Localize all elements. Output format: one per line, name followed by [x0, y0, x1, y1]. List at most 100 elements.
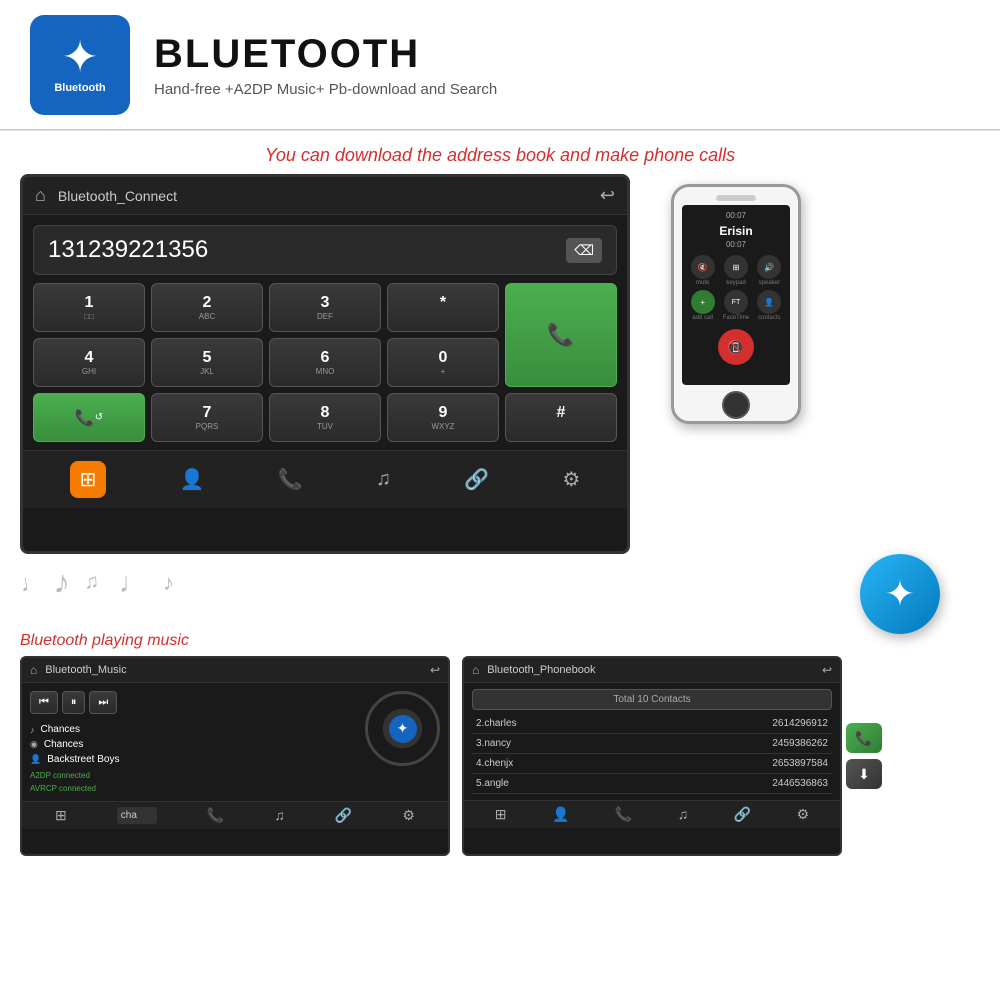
download-contacts-button[interactable]: ⬇	[846, 759, 882, 789]
keypad-button[interactable]: ⊞	[724, 255, 748, 279]
pb-nav-phone[interactable]: 📞	[615, 806, 632, 823]
page-title: BLUETOOTH	[154, 32, 497, 77]
dial-zero[interactable]: 0+	[387, 338, 499, 387]
speaker-button[interactable]: 🔊	[757, 255, 781, 279]
music-player-content: ⏮ ⏸ ⏭ ♪ Chances ◉ Chances 👤 Backstreet B…	[22, 683, 448, 801]
dial-1[interactable]: 1□□	[33, 283, 145, 332]
track2-name: Chances	[44, 739, 83, 750]
music-back-icon[interactable]: ↩	[430, 663, 440, 677]
bluetooth-symbol: ✦	[62, 36, 99, 80]
contact-row-nancy[interactable]: 3.nancy 2459386262	[472, 734, 832, 754]
nav-settings-icon[interactable]: ⚙	[562, 467, 580, 492]
phonebook-back-icon[interactable]: ↩	[822, 663, 832, 677]
bluetooth-music-icon: ✦	[860, 554, 940, 634]
contact-row-charles[interactable]: 2.charles 2614296912	[472, 714, 832, 734]
music-screen-navbar: ⊞ 📞 ♫ 🔗 ⚙	[22, 801, 448, 829]
contact-row-chenjx[interactable]: 4.chenjx 2653897584	[472, 754, 832, 774]
phone-display: 131239221356 ⌫	[33, 225, 617, 275]
dial-8[interactable]: 8TUV	[269, 393, 381, 442]
music-home-icon[interactable]: ⌂	[30, 663, 37, 677]
dial-2[interactable]: 2ABC	[151, 283, 263, 332]
dial-hash[interactable]: #	[505, 393, 617, 442]
music-screen-title: Bluetooth_Music	[45, 664, 430, 676]
screen-title: Bluetooth_Connect	[58, 188, 600, 204]
pb-nav-menu[interactable]: ⊞	[495, 806, 507, 823]
pb-nav-link[interactable]: 🔗	[734, 806, 751, 823]
music-nav-search-input[interactable]	[117, 807, 157, 824]
phone-mockup-area: 00:07 Erisin 00:07 🔇 mute ⊞ keypad 🔊 spe…	[646, 184, 826, 424]
contact-row-angle[interactable]: 5.angle 2446536863	[472, 774, 832, 794]
pb-nav-music[interactable]: ♫	[678, 806, 689, 823]
end-call-button[interactable]: 📵	[718, 329, 754, 365]
mute-button[interactable]: 🔇	[691, 255, 715, 279]
dial-7[interactable]: 7PQRS	[151, 393, 263, 442]
call-contact-button[interactable]: 📞	[846, 723, 882, 753]
vinyl-disc: ✦	[365, 691, 440, 766]
track1-row: ♪ Chances	[30, 722, 357, 737]
screen-topbar: ⌂ Bluetooth_Connect ↩	[23, 177, 627, 215]
music-nav-menu[interactable]: ⊞	[55, 807, 67, 824]
nav-music-icon[interactable]: ♫	[376, 468, 391, 491]
dial-3[interactable]: 3DEF	[269, 283, 381, 332]
contacts-button[interactable]: 👤	[757, 290, 781, 314]
dial-9[interactable]: 9WXYZ	[387, 393, 499, 442]
music-note-2: ♪	[52, 563, 71, 601]
dial-star[interactable]: *	[387, 283, 499, 332]
nav-phone-icon[interactable]: 📞	[278, 467, 303, 492]
track1-name: Chances	[41, 724, 80, 735]
section1-title: You can download the address book and ma…	[0, 131, 1000, 174]
contact-name-nancy: 3.nancy	[476, 738, 511, 749]
phone-home-button[interactable]	[722, 391, 750, 419]
a2dp-status: A2DP connected	[30, 771, 357, 780]
contact-number-charles: 2614296912	[772, 718, 828, 729]
pb-nav-contacts[interactable]: 👤	[552, 806, 569, 823]
music-note-1: ♩	[18, 567, 46, 599]
nav-menu-icon[interactable]: ⊞	[70, 461, 107, 498]
track2-row: ◉ Chances	[30, 737, 357, 752]
nav-contacts-icon[interactable]: 👤	[180, 467, 205, 492]
dial-5[interactable]: 5JKL	[151, 338, 263, 387]
play-pause-button[interactable]: ⏸	[62, 691, 86, 714]
music-nav-link[interactable]: 🔗	[335, 807, 352, 824]
music-nav-music[interactable]: ♫	[274, 807, 285, 824]
music-note-5: ♪	[163, 570, 174, 596]
music-note-4: ♩	[119, 567, 147, 599]
home-icon[interactable]: ⌂	[35, 185, 46, 206]
music-btn-row: ⏮ ⏸ ⏭	[30, 691, 357, 714]
dial-4[interactable]: 4GHI	[33, 338, 145, 387]
bottom-section: ⌂ Bluetooth_Music ↩ ⏮ ⏸ ⏭ ♪ Chances ◉ Ch…	[0, 656, 1000, 856]
person-icon: 👤	[30, 754, 41, 765]
redial-button[interactable]: 📞↺	[33, 393, 145, 442]
phonebook-side-buttons: 📞 ⬇	[842, 656, 886, 856]
screen-navbar: ⊞ 👤 📞 ♫ 🔗 ⚙	[23, 450, 627, 508]
phonebook-screen: ⌂ Bluetooth_Phonebook ↩ Total 10 Contact…	[462, 656, 842, 856]
next-button[interactable]: ⏭	[89, 691, 117, 714]
phonebook-home-icon[interactable]: ⌂	[472, 663, 479, 677]
car-screen-big: ⌂ Bluetooth_Connect ↩ 131239221356 ⌫ 1□□…	[20, 174, 630, 554]
music-nav-phone[interactable]: 📞	[207, 807, 224, 824]
artist-row: 👤 Backstreet Boys	[30, 752, 357, 767]
facetime-button[interactable]: FT	[724, 290, 748, 314]
add-call-button[interactable]: +	[691, 290, 715, 314]
music-nav-settings[interactable]: ⚙	[402, 807, 415, 824]
phone-call-time: 00:07	[688, 211, 784, 220]
contact-name-charles: 2.charles	[476, 718, 517, 729]
dial-6[interactable]: 6MNO	[269, 338, 381, 387]
phone-screen: 00:07 Erisin 00:07 🔇 mute ⊞ keypad 🔊 spe…	[682, 205, 790, 385]
end-call-row: 📵	[688, 329, 784, 365]
contacts-total: Total 10 Contacts	[472, 689, 832, 710]
music-notes: ♩ ♪ ♫ ♩ ♪	[20, 554, 980, 601]
bluetooth-logo: ✦ Bluetooth	[30, 15, 130, 115]
nav-link-icon[interactable]: 🔗	[464, 467, 489, 492]
contact-number-nancy: 2459386262	[772, 738, 828, 749]
phone-speaker	[716, 195, 756, 201]
radio-icon: ◉	[30, 739, 38, 750]
music-controls: ⏮ ⏸ ⏭ ♪ Chances ◉ Chances 👤 Backstreet B…	[30, 691, 357, 793]
pb-nav-settings[interactable]: ⚙	[797, 806, 810, 823]
back-icon[interactable]: ↩	[600, 185, 615, 206]
call-button[interactable]: 📞	[505, 283, 617, 387]
prev-button[interactable]: ⏮	[30, 691, 58, 714]
phonebook-navbar: ⊞ 👤 📞 ♫ 🔗 ⚙	[464, 800, 840, 828]
backspace-button[interactable]: ⌫	[566, 238, 602, 263]
contact-name-chenjx: 4.chenjx	[476, 758, 513, 769]
